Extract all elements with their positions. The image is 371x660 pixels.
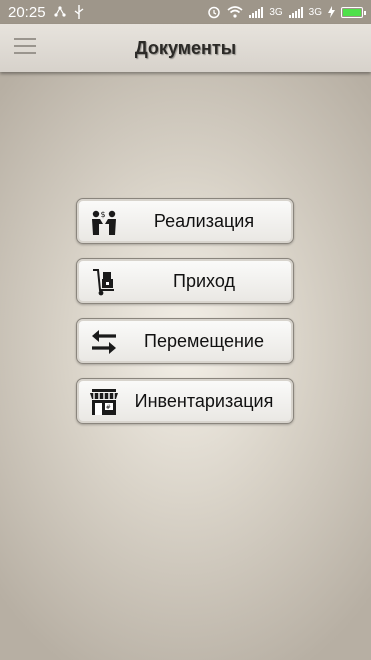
usb-icon <box>74 5 83 19</box>
status-time: 20:25 <box>8 3 46 21</box>
inventory-button[interactable]: # Инвентаризация <box>76 378 294 424</box>
receipt-button[interactable]: Приход <box>76 258 294 304</box>
wifi-icon <box>227 6 243 18</box>
alarm-icon <box>208 6 221 19</box>
people-exchange-money-icon: $ <box>89 207 119 237</box>
app-bar: Документы <box>0 24 371 72</box>
svg-text:#: # <box>106 404 111 411</box>
share-icon <box>53 6 66 17</box>
battery-icon <box>341 6 366 18</box>
hamburger-menu-icon[interactable] <box>14 38 36 56</box>
svg-text:$: $ <box>101 210 106 219</box>
sales-button[interactable]: $ Реализация <box>76 198 294 244</box>
hand-truck-boxes-icon <box>89 267 119 297</box>
network-type-1: 3G <box>269 6 283 18</box>
documents-menu: $ Реализация Приход Перемещение # Инвент… <box>76 198 294 438</box>
status-left-icons <box>53 5 84 19</box>
page-title: Документы <box>134 37 237 58</box>
signal-icon-1 <box>249 6 264 18</box>
swap-arrows-icon <box>89 327 119 357</box>
status-right-icons: 3G 3G <box>207 5 366 19</box>
network-type-2: 3G <box>308 6 322 18</box>
transfer-button[interactable]: Перемещение <box>76 318 294 364</box>
signal-icon-2 <box>288 6 303 18</box>
charging-icon <box>328 6 335 18</box>
store-front-icon: # <box>89 387 119 417</box>
status-bar: 20:25 3G 3G <box>0 0 371 24</box>
